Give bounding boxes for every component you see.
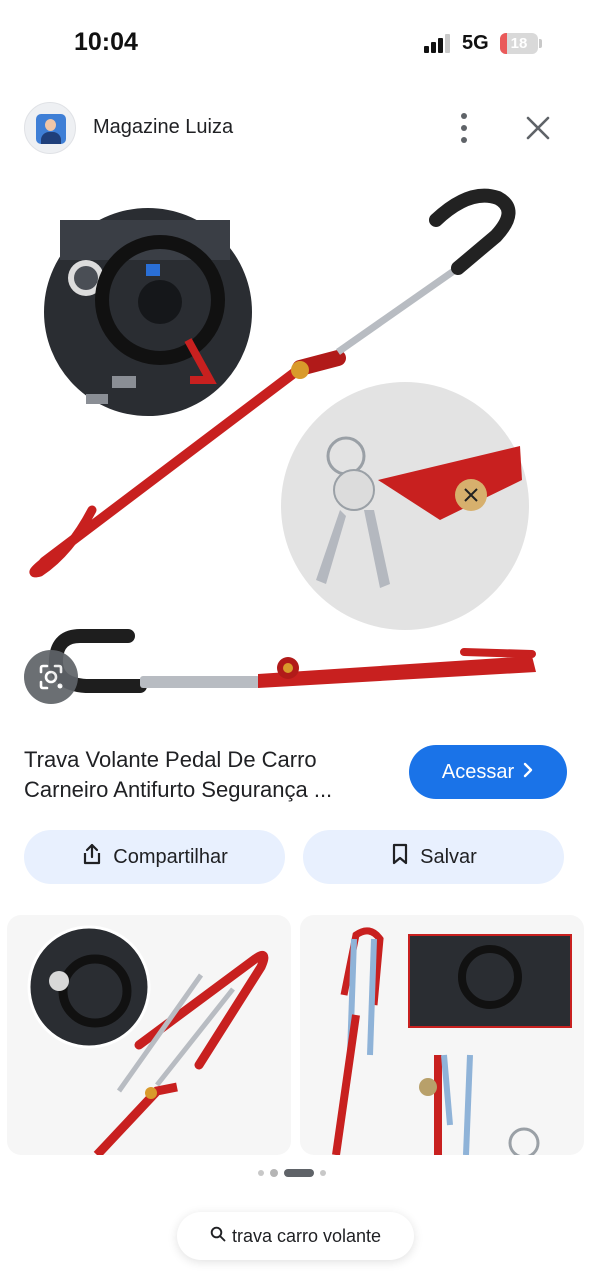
source-name[interactable]: Magazine Luiza bbox=[93, 116, 233, 139]
product-title-line2: Carneiro Antifurto Segurança ... bbox=[24, 777, 333, 802]
more-vert-icon[interactable] bbox=[448, 110, 480, 146]
save-label: Salvar bbox=[420, 845, 477, 868]
share-button[interactable]: Compartilhar bbox=[24, 830, 285, 884]
related-image-card[interactable] bbox=[7, 915, 291, 1155]
share-icon bbox=[81, 842, 103, 872]
visit-button-label: Acessar bbox=[441, 760, 515, 783]
dashboard-photo bbox=[40, 204, 256, 420]
pager-dot bbox=[320, 1170, 326, 1176]
status-bar: 10:04 5G 18 bbox=[0, 0, 591, 88]
battery-level: 18 bbox=[510, 35, 528, 52]
save-button[interactable]: Salvar bbox=[303, 830, 564, 884]
pager-dot bbox=[270, 1169, 278, 1177]
close-icon[interactable] bbox=[520, 110, 556, 146]
keys-photo bbox=[281, 382, 529, 630]
battery-icon: 18 bbox=[500, 33, 538, 54]
source-header: Magazine Luiza bbox=[0, 98, 591, 158]
bookmark-icon bbox=[390, 842, 410, 872]
lens-camera-icon[interactable] bbox=[24, 650, 78, 704]
chevron-right-icon bbox=[522, 761, 534, 784]
search-icon bbox=[210, 1226, 226, 1247]
network-label: 5G bbox=[462, 32, 489, 54]
product-image[interactable] bbox=[0, 180, 591, 720]
lock-bar-horizontal bbox=[48, 629, 536, 693]
status-time: 10:04 bbox=[74, 28, 138, 56]
search-chip[interactable]: trava carro volante bbox=[177, 1212, 414, 1260]
related-image-card[interactable] bbox=[300, 915, 584, 1155]
share-label: Compartilhar bbox=[113, 845, 228, 868]
product-title-line1: Trava Volante Pedal De Carro bbox=[24, 747, 317, 772]
visit-button[interactable]: Acessar bbox=[409, 745, 567, 799]
store-logo-icon[interactable] bbox=[24, 102, 76, 154]
pager-dot bbox=[258, 1170, 264, 1176]
signal-icon bbox=[424, 33, 452, 53]
pager-dot bbox=[284, 1169, 314, 1177]
pager bbox=[258, 1168, 326, 1178]
search-chip-label: trava carro volante bbox=[231, 1225, 382, 1246]
product-title[interactable]: Trava Volante Pedal De Carro Carneiro An… bbox=[24, 745, 399, 805]
battery-tip bbox=[539, 39, 542, 48]
